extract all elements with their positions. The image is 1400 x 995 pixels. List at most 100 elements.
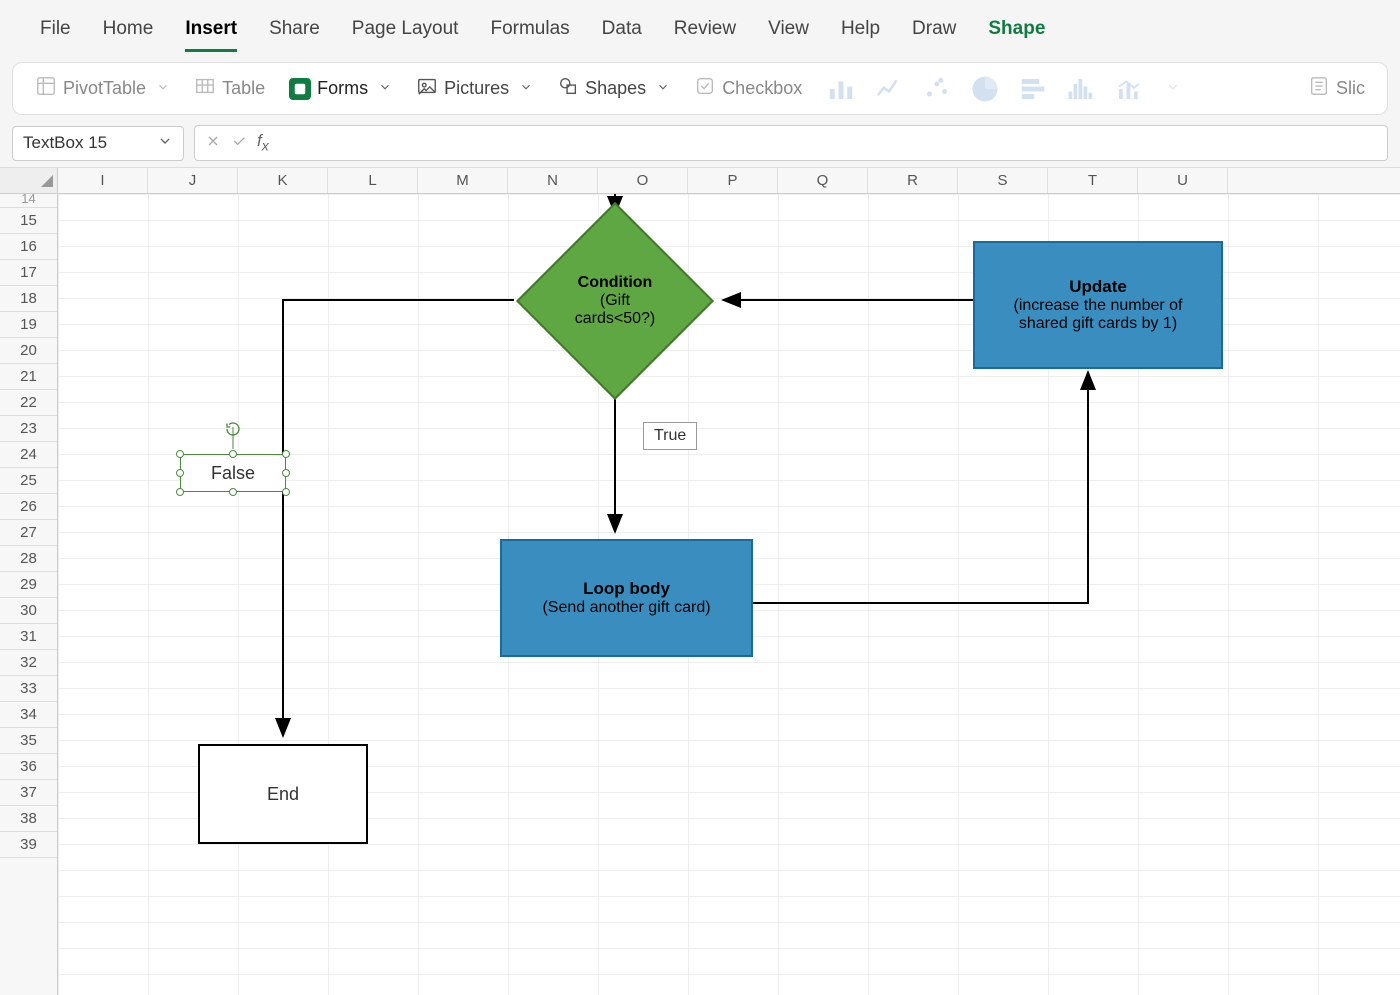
pivottable-icon: [35, 75, 57, 102]
menu-help[interactable]: Help: [825, 10, 896, 48]
chevron-down-icon: [378, 78, 392, 99]
col-header[interactable]: J: [148, 168, 238, 193]
menu-home[interactable]: Home: [87, 10, 170, 48]
row-header[interactable]: 14: [0, 194, 57, 208]
col-header[interactable]: P: [688, 168, 778, 193]
update-title: Update: [1069, 277, 1127, 297]
formula-input[interactable]: [279, 125, 1388, 161]
pivottable-button[interactable]: PivotTable: [25, 71, 180, 106]
row-header[interactable]: 35: [0, 728, 57, 754]
menu-review[interactable]: Review: [658, 10, 752, 48]
false-textbox-selected[interactable]: False: [180, 454, 286, 492]
shapes-label: Shapes: [585, 78, 646, 99]
row-header[interactable]: 16: [0, 234, 57, 260]
row-header[interactable]: 15: [0, 208, 57, 234]
table-label: Table: [222, 78, 265, 99]
row-header[interactable]: 18: [0, 286, 57, 312]
menu-formulas[interactable]: Formulas: [474, 10, 585, 48]
pictures-label: Pictures: [444, 78, 509, 99]
chevron-down-icon[interactable]: [1166, 78, 1180, 99]
row-header[interactable]: 27: [0, 520, 57, 546]
row-header[interactable]: 32: [0, 650, 57, 676]
name-box[interactable]: TextBox 15: [12, 126, 184, 161]
cancel-icon[interactable]: [205, 133, 221, 154]
row-header[interactable]: 21: [0, 364, 57, 390]
pictures-button[interactable]: Pictures: [406, 71, 543, 106]
row-header[interactable]: 28: [0, 546, 57, 572]
pivottable-label: PivotTable: [63, 78, 146, 99]
chevron-down-icon: [157, 133, 173, 154]
row-header[interactable]: 33: [0, 676, 57, 702]
col-header[interactable]: U: [1138, 168, 1228, 193]
flowchart-diagram: Condition (Gift cards<50?) Update (incre…: [58, 194, 1400, 995]
true-label[interactable]: True: [643, 422, 697, 450]
slicer-button[interactable]: Slic: [1298, 71, 1375, 106]
row-header[interactable]: 26: [0, 494, 57, 520]
menu-file[interactable]: File: [24, 10, 87, 48]
histogram-icon[interactable]: [1066, 77, 1096, 101]
col-header[interactable]: Q: [778, 168, 868, 193]
col-header[interactable]: M: [418, 168, 508, 193]
menu-bar: File Home Insert Share Page Layout Formu…: [0, 0, 1400, 54]
line-chart-icon[interactable]: [874, 77, 904, 101]
end-shape[interactable]: End: [198, 744, 368, 844]
loop-body-shape[interactable]: Loop body (Send another gift card): [500, 539, 753, 657]
menu-share[interactable]: Share: [253, 10, 336, 48]
col-header[interactable]: R: [868, 168, 958, 193]
row-header[interactable]: 17: [0, 260, 57, 286]
bar-chart-icon[interactable]: [826, 77, 856, 101]
row-header[interactable]: 37: [0, 780, 57, 806]
chevron-down-icon: [519, 78, 533, 99]
row-header[interactable]: 34: [0, 702, 57, 728]
slicer-icon: [1308, 75, 1330, 102]
row-header[interactable]: 39: [0, 832, 57, 858]
end-label: End: [267, 784, 299, 805]
scatter-chart-icon[interactable]: [922, 77, 952, 101]
row-header[interactable]: 31: [0, 624, 57, 650]
row-header[interactable]: 22: [0, 390, 57, 416]
col-header[interactable]: K: [238, 168, 328, 193]
table-icon: [194, 75, 216, 102]
row-header[interactable]: 29: [0, 572, 57, 598]
row-header[interactable]: 30: [0, 598, 57, 624]
col-header[interactable]: T: [1048, 168, 1138, 193]
menu-shape[interactable]: Shape: [972, 10, 1061, 48]
enter-icon[interactable]: [231, 133, 247, 154]
combo-chart-icon[interactable]: [1114, 77, 1144, 101]
slicer-label: Slic: [1336, 78, 1365, 99]
forms-label: Forms: [317, 78, 368, 99]
table-button[interactable]: Table: [184, 71, 275, 106]
col-header[interactable]: I: [58, 168, 148, 193]
menu-draw[interactable]: Draw: [896, 10, 972, 48]
col-header[interactable]: N: [508, 168, 598, 193]
menu-page-layout[interactable]: Page Layout: [336, 10, 475, 48]
false-label-text: False: [211, 463, 255, 484]
row-headers: 14 15 16 17 18 19 20 21 22 23 24 25 26 2…: [0, 194, 58, 995]
col-header[interactable]: O: [598, 168, 688, 193]
row-header[interactable]: 19: [0, 312, 57, 338]
checkbox-label: Checkbox: [722, 78, 802, 99]
col-header[interactable]: S: [958, 168, 1048, 193]
condition-shape[interactable]: Condition (Gift cards<50?): [515, 206, 715, 396]
select-all-corner[interactable]: [0, 168, 58, 193]
app-window: File Home Insert Share Page Layout Formu…: [0, 0, 1400, 995]
row-header[interactable]: 25: [0, 468, 57, 494]
row-header[interactable]: 23: [0, 416, 57, 442]
fx-icon[interactable]: fx: [257, 131, 269, 154]
chevron-down-icon: [156, 78, 170, 99]
update-shape[interactable]: Update (increase the number of shared gi…: [973, 241, 1223, 369]
menu-insert[interactable]: Insert: [169, 10, 253, 48]
forms-button[interactable]: Forms: [279, 74, 402, 104]
row-header[interactable]: 24: [0, 442, 57, 468]
col-header[interactable]: L: [328, 168, 418, 193]
row-header[interactable]: 36: [0, 754, 57, 780]
pie-chart-icon[interactable]: [970, 77, 1000, 101]
menu-view[interactable]: View: [752, 10, 825, 48]
picture-icon: [416, 75, 438, 102]
row-header[interactable]: 38: [0, 806, 57, 832]
menu-data[interactable]: Data: [586, 10, 658, 48]
hbar-chart-icon[interactable]: [1018, 77, 1048, 101]
shapes-button[interactable]: Shapes: [547, 71, 680, 106]
row-header[interactable]: 20: [0, 338, 57, 364]
checkbox-button[interactable]: Checkbox: [684, 71, 812, 106]
